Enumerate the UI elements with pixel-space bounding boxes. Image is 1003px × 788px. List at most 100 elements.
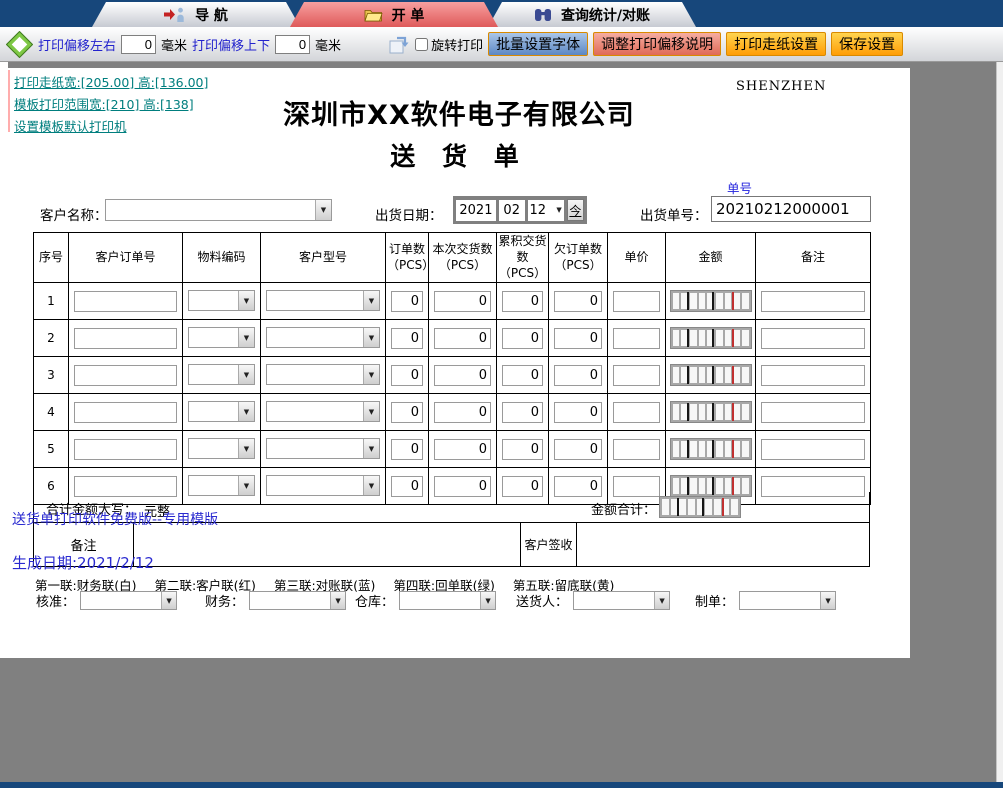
- unit-price-input[interactable]: [613, 290, 660, 312]
- material-code-combo[interactable]: ▼: [188, 401, 255, 423]
- unit-price-input[interactable]: [613, 438, 660, 460]
- chevron-down-icon[interactable]: ▼: [480, 592, 496, 609]
- amount-mask-field[interactable]: [669, 400, 752, 423]
- owed-qty-input[interactable]: [554, 438, 602, 460]
- table-row: 1 ▼ ▼: [33, 281, 871, 320]
- amount-total-mask[interactable]: [659, 496, 741, 518]
- material-code-combo[interactable]: ▼: [188, 290, 255, 312]
- amount-mask-field[interactable]: [669, 437, 752, 460]
- accum-qty-input[interactable]: [502, 290, 543, 312]
- col-header-seq: 序号: [33, 232, 69, 283]
- remark-input[interactable]: [761, 290, 865, 312]
- chevron-down-icon[interactable]: ▼: [315, 200, 331, 220]
- tab-query-stats[interactable]: 查询统计/对账: [488, 2, 696, 27]
- chevron-down-icon[interactable]: ▼: [238, 402, 254, 422]
- chevron-down-icon[interactable]: ▼: [363, 439, 379, 459]
- customer-model-combo[interactable]: ▼: [266, 438, 380, 460]
- unit-price-input[interactable]: [613, 401, 660, 423]
- order-qty-input[interactable]: [391, 401, 423, 423]
- customer-order-no-input[interactable]: [74, 438, 177, 460]
- customer-name-combo[interactable]: ▼: [105, 199, 332, 221]
- batch-font-settings-button[interactable]: 批量设置字体: [488, 32, 589, 56]
- tab-label: 查询统计/对账: [560, 7, 651, 24]
- material-code-combo[interactable]: ▼: [188, 438, 255, 460]
- delivery-qty-input[interactable]: [434, 401, 491, 423]
- finance-combo[interactable]: ▼: [249, 591, 347, 610]
- date-month-box[interactable]: 02: [498, 199, 525, 221]
- date-day-combo[interactable]: 12 ▼: [527, 199, 564, 221]
- remark-input[interactable]: [761, 401, 865, 423]
- unit-price-input[interactable]: [613, 327, 660, 349]
- customer-order-no-input[interactable]: [74, 327, 177, 349]
- customer-model-combo[interactable]: ▼: [266, 364, 380, 386]
- amount-mask-field[interactable]: [669, 326, 752, 349]
- ship-order-no-input[interactable]: [711, 196, 871, 222]
- chevron-down-icon[interactable]: ▼: [238, 365, 254, 385]
- delivery-qty-input[interactable]: [434, 364, 491, 386]
- toolbar-buttons: 批量设置字体 调整打印偏移说明 打印走纸设置 保存设置: [488, 32, 904, 56]
- customer-order-no-input[interactable]: [74, 290, 177, 312]
- chevron-down-icon[interactable]: ▼: [238, 291, 254, 311]
- accum-qty-input[interactable]: [502, 401, 543, 423]
- customer-order-no-input[interactable]: [74, 401, 177, 423]
- order-qty-input[interactable]: [391, 364, 423, 386]
- vertical-scrollbar[interactable]: [996, 62, 1003, 782]
- order-qty-input[interactable]: [391, 327, 423, 349]
- chevron-down-icon[interactable]: ▼: [330, 592, 346, 609]
- customer-model-combo[interactable]: ▼: [266, 290, 380, 312]
- material-code-combo[interactable]: ▼: [188, 364, 255, 386]
- tab-navigation[interactable]: 导 航: [92, 2, 300, 27]
- delivery-qty-input[interactable]: [434, 290, 491, 312]
- customer-model-combo[interactable]: ▼: [266, 401, 380, 423]
- customer-model-combo[interactable]: ▼: [266, 327, 380, 349]
- deliverer-combo[interactable]: ▼: [573, 591, 671, 610]
- accum-qty-input[interactable]: [502, 438, 543, 460]
- remark-input[interactable]: [761, 327, 865, 349]
- chevron-down-icon[interactable]: ▼: [654, 592, 670, 609]
- chevron-down-icon[interactable]: ▼: [238, 439, 254, 459]
- unit-price-input[interactable]: [613, 364, 660, 386]
- order-qty-input[interactable]: [391, 438, 423, 460]
- customer-order-no-input[interactable]: [74, 364, 177, 386]
- owed-qty-input[interactable]: [554, 364, 602, 386]
- rotate-print-checkbox[interactable]: [415, 37, 429, 51]
- owed-qty-input[interactable]: [554, 401, 602, 423]
- paper-size-link[interactable]: 打印走纸宽:[205.00] 高:[136.00]: [14, 72, 208, 91]
- today-button[interactable]: 今: [566, 199, 584, 221]
- chevron-down-icon[interactable]: ▼: [161, 592, 177, 609]
- owed-qty-input[interactable]: [554, 290, 602, 312]
- accum-qty-input[interactable]: [502, 327, 543, 349]
- col-header-order-qty: 订单数（PCS）: [385, 232, 434, 283]
- unit-mm-label: 毫米: [161, 38, 188, 54]
- chevron-down-icon[interactable]: ▼: [238, 328, 254, 348]
- owed-qty-input[interactable]: [554, 327, 602, 349]
- table-row: 3 ▼ ▼: [33, 355, 871, 394]
- delivery-qty-input[interactable]: [434, 438, 491, 460]
- save-settings-button[interactable]: 保存设置: [831, 32, 904, 56]
- chevron-down-icon[interactable]: ▼: [363, 328, 379, 348]
- chevron-down-icon[interactable]: ▼: [363, 402, 379, 422]
- warehouse-label: 仓库：: [355, 595, 395, 610]
- paper-feed-settings-button[interactable]: 打印走纸设置: [726, 32, 827, 56]
- material-code-combo[interactable]: ▼: [188, 327, 255, 349]
- remark-input[interactable]: [761, 364, 865, 386]
- warehouse-combo[interactable]: ▼: [399, 591, 497, 610]
- order-qty-input[interactable]: [391, 290, 423, 312]
- amount-mask-field[interactable]: [669, 289, 752, 312]
- date-year-box[interactable]: 2021: [456, 199, 496, 221]
- remark-input[interactable]: [761, 438, 865, 460]
- delivery-qty-input[interactable]: [434, 327, 491, 349]
- chevron-down-icon[interactable]: ▼: [820, 592, 836, 609]
- chevron-down-icon[interactable]: ▼: [363, 291, 379, 311]
- chevron-down-icon[interactable]: ▼: [363, 365, 379, 385]
- accum-qty-input[interactable]: [502, 364, 543, 386]
- col-header-accum-qty: 累积交货数（PCS）: [496, 232, 549, 283]
- approver-combo[interactable]: ▼: [80, 591, 178, 610]
- offset-lr-input[interactable]: [121, 34, 157, 54]
- offset-ud-input[interactable]: [275, 34, 311, 54]
- amount-mask-field[interactable]: [669, 363, 752, 386]
- adjust-offset-help-button[interactable]: 调整打印偏移说明: [593, 32, 722, 56]
- tab-billing[interactable]: 开 单: [290, 2, 498, 27]
- preparer-combo[interactable]: ▼: [739, 591, 837, 610]
- row-index: 2: [33, 318, 69, 357]
